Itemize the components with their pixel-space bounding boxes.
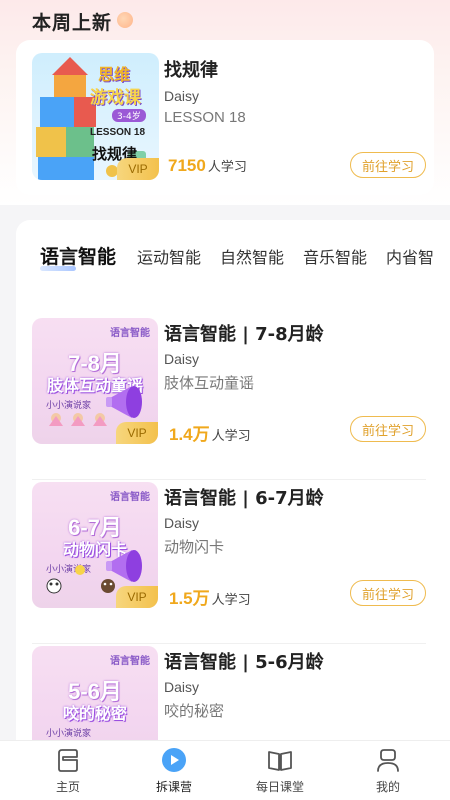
thumbnail-brand: 语言智能 (110, 656, 150, 667)
course-thumbnail[interactable]: 语言智能 7-8月 肢体互动童谣 小小演说家 VIP (32, 318, 158, 444)
active-tab-indicator (40, 266, 76, 271)
course-title[interactable]: 找规律 (164, 56, 218, 82)
learner-number: 7150 (168, 156, 206, 175)
category-panel: 语言智能 运动智能 自然智能 音乐智能 内省智 语言智能 7-8月 肢体互动童谣… (16, 220, 450, 780)
tab-movement[interactable]: 运动智能 (137, 244, 201, 268)
learner-count: 7150 人学习 (168, 156, 247, 176)
course-author: Daisy (164, 515, 200, 531)
course-author: Daisy (164, 351, 200, 367)
course-author: Daisy (164, 88, 200, 104)
thumbnail-title-bottom: 游戏课 (90, 88, 141, 108)
book-icon (268, 751, 292, 771)
nav-label: 拆课营 (155, 780, 192, 794)
learner-number: 1.4万 (169, 425, 210, 444)
thumbnail-topic: 咬的秘密 (62, 704, 127, 723)
go-study-button[interactable]: 前往学习 (350, 152, 426, 178)
thumbnail-age-badge: 3-4岁 (112, 109, 146, 122)
thumbnail-title-top: 思维 (98, 65, 131, 84)
course-subtitle: 肢体互动童谣 (164, 374, 255, 392)
tab-nature[interactable]: 自然智能 (220, 244, 284, 268)
bottom-navigation: 主页 拆课营 每日课堂 我的 (0, 740, 450, 800)
go-study-button[interactable]: 前往学习 (350, 580, 426, 606)
course-list-item[interactable]: 语言智能 7-8月 肢体互动童谣 小小演说家 VIP 语言智能 | 7-8月龄 … (16, 318, 450, 480)
course-title[interactable]: 语言智能 | 6-7月龄 (164, 484, 324, 510)
nav-camp[interactable]: 拆课营 (134, 741, 214, 800)
divider (32, 643, 426, 644)
new-course-card[interactable]: 思维 游戏课 3-4岁 LESSON 18 找规律 VIP 找规律 Daisy … (16, 40, 434, 195)
title-decoration-dot (117, 12, 133, 28)
vip-badge: VIP (116, 422, 158, 444)
section-title: 本周上新 (32, 12, 113, 34)
app-screen: 本周上新 思维 游戏课 3-4岁 LESSON 18 找规律 VIP 找规律 D… (0, 0, 450, 800)
course-title[interactable]: 语言智能 | 5-6月龄 (164, 648, 324, 674)
course-thumbnail[interactable]: 思维 游戏课 3-4岁 LESSON 18 找规律 VIP (32, 53, 159, 180)
course-list-item[interactable]: 语言智能 6-7月 动物闪卡 小小演说家 VIP 语言智能 | 6-7月龄 Da… (16, 482, 450, 644)
nav-home[interactable]: 主页 (28, 741, 108, 800)
vip-badge: VIP (117, 158, 159, 180)
vip-badge: VIP (116, 586, 158, 608)
course-subtitle: LESSON 18 (164, 109, 246, 126)
nav-label: 每日课堂 (255, 780, 304, 794)
home-icon (58, 749, 78, 772)
course-thumbnail[interactable]: 语言智能 6-7月 动物闪卡 小小演说家 VIP (32, 482, 158, 608)
thumbnail-caption: 小小演说家 (46, 729, 92, 739)
learner-unit: 人学习 (211, 593, 251, 608)
nav-daily-class[interactable]: 每日课堂 (240, 741, 320, 800)
course-author: Daisy (164, 679, 200, 695)
megaphone-icon (106, 386, 142, 418)
learner-unit: 人学习 (211, 429, 251, 444)
learner-unit: 人学习 (207, 160, 247, 175)
category-tabs: 语言智能 运动智能 自然智能 音乐智能 内省智 (40, 244, 450, 284)
tab-introspection[interactable]: 内省智 (386, 244, 434, 268)
learner-count: 1.5万 人学习 (169, 584, 251, 609)
learner-number: 1.5万 (169, 589, 210, 608)
user-icon (377, 749, 399, 772)
nav-label: 主页 (55, 780, 80, 794)
nav-me[interactable]: 我的 (348, 741, 428, 800)
nav-label: 我的 (375, 780, 400, 794)
learner-count: 1.4万 人学习 (169, 420, 251, 445)
course-subtitle: 动物闪卡 (164, 538, 225, 556)
go-study-button[interactable]: 前往学习 (350, 416, 426, 442)
tab-music[interactable]: 音乐智能 (303, 244, 367, 268)
course-subtitle: 咬的秘密 (164, 702, 225, 720)
megaphone-icon (106, 550, 142, 582)
course-title[interactable]: 语言智能 | 7-8月龄 (164, 320, 324, 346)
thumbnail-lesson: LESSON 18 (90, 127, 146, 138)
play-icon (162, 748, 186, 772)
new-this-week-section: 本周上新 思维 游戏课 3-4岁 LESSON 18 找规律 VIP 找规律 D… (0, 0, 450, 205)
divider (32, 479, 426, 480)
